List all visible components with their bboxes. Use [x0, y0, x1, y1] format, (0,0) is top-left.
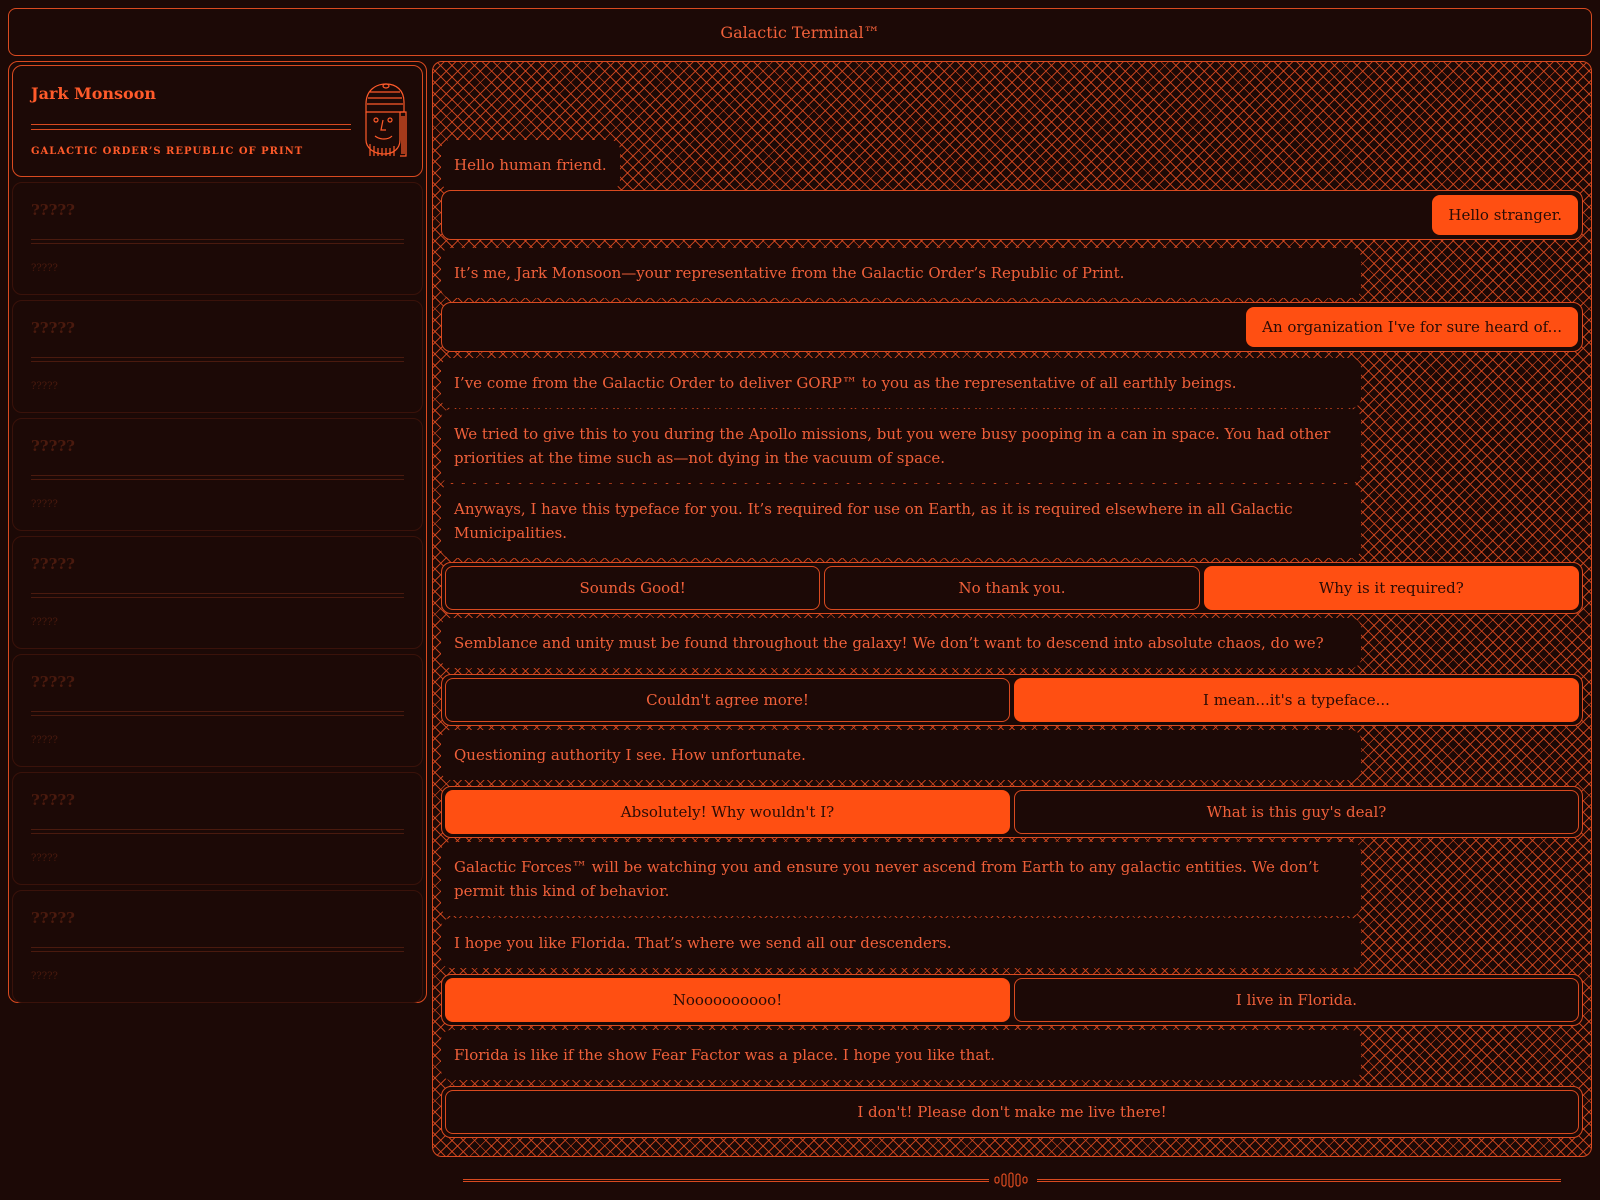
contact-divider — [31, 243, 404, 244]
contact-divider — [31, 829, 404, 830]
choice-live-in-florida-button[interactable]: I live in Florida. — [1014, 978, 1579, 1022]
contact-card[interactable]: ?????????? — [12, 300, 423, 413]
contact-divider — [31, 833, 404, 834]
sent-message: Hello stranger. — [1432, 195, 1578, 235]
sidebar: Jark Monsoon GALACTIC ORDER’S REPUBLIC O… — [8, 61, 427, 1003]
contact-divider — [31, 361, 404, 362]
contact-name: ????? — [31, 555, 75, 573]
reply-row: Hello stranger. — [441, 190, 1583, 240]
contact-name: ????? — [31, 437, 75, 455]
contact-subtitle: ????? — [31, 735, 58, 746]
choice-dont-make-me-button[interactable]: I don't! Please don't make me live there… — [445, 1090, 1579, 1134]
contact-divider — [31, 479, 404, 480]
choice-absolutely-button[interactable]: Absolutely! Why wouldn't I? — [445, 790, 1010, 834]
choice-group: Absolutely! Why wouldn't I? What is this… — [441, 786, 1583, 838]
choice-group: Couldn't agree more! I mean...it's a typ… — [441, 674, 1583, 726]
contact-card[interactable]: ?????????? — [12, 182, 423, 295]
incoming-message: We tried to give this to you during the … — [441, 409, 1361, 483]
contact-name: ????? — [31, 319, 75, 337]
profile-divider — [31, 129, 351, 130]
window-title-bar: Galactic Terminal™ — [8, 8, 1592, 56]
contact-divider — [31, 475, 404, 476]
contact-subtitle: ????? — [31, 971, 58, 982]
sent-message: An organization I've for sure heard of..… — [1246, 307, 1578, 347]
contact-divider — [31, 597, 404, 598]
contact-card[interactable]: ?????????? — [12, 772, 423, 885]
choice-group: Sounds Good! No thank you. Why is it req… — [441, 562, 1583, 614]
incoming-message: Hello human friend. — [441, 140, 620, 190]
choice-sounds-good-button[interactable]: Sounds Good! — [445, 566, 821, 610]
incoming-message: It’s me, Jark Monsoon—your representativ… — [441, 248, 1361, 298]
choice-agree-button[interactable]: Couldn't agree more! — [445, 678, 1010, 722]
choice-group: Noooooooooo! I live in Florida. — [441, 974, 1583, 1026]
scroll-grip-icon[interactable] — [993, 1172, 1033, 1188]
contact-divider — [31, 951, 404, 952]
window-title: Galactic Terminal™ — [720, 22, 880, 42]
contact-divider — [31, 715, 404, 716]
contact-name: ????? — [31, 201, 75, 219]
profile-divider — [31, 124, 351, 125]
contact-divider — [31, 239, 404, 240]
choice-why-required-button[interactable]: Why is it required? — [1203, 566, 1579, 610]
incoming-message: Anyways, I have this typeface for you. I… — [441, 484, 1361, 558]
profile-org: GALACTIC ORDER’S REPUBLIC OF PRINT — [31, 146, 304, 157]
incoming-message: Florida is like if the show Fear Factor … — [441, 1030, 1361, 1080]
scrollbar-track — [463, 1179, 989, 1182]
contact-subtitle: ????? — [31, 853, 58, 864]
avatar-icon — [365, 83, 407, 157]
scrollbar-track — [1037, 1179, 1561, 1182]
choice-guys-deal-button[interactable]: What is this guy's deal? — [1014, 790, 1579, 834]
contact-card[interactable]: ?????????? — [12, 890, 423, 1003]
contact-card[interactable]: ?????????? — [12, 654, 423, 767]
contact-divider — [31, 357, 404, 358]
choice-no-button[interactable]: Noooooooooo! — [445, 978, 1010, 1022]
contact-name: ????? — [31, 673, 75, 691]
profile-card[interactable]: Jark Monsoon GALACTIC ORDER’S REPUBLIC O… — [12, 65, 423, 177]
contact-divider — [31, 593, 404, 594]
chat-panel: Hello human friend. Hello stranger. It’s… — [432, 61, 1592, 1157]
contact-subtitle: ????? — [31, 499, 58, 510]
reply-row: An organization I've for sure heard of..… — [441, 302, 1583, 352]
horizontal-scrollbar[interactable] — [463, 1172, 1561, 1188]
profile-name: Jark Monsoon — [31, 84, 157, 103]
contact-card[interactable]: ?????????? — [12, 418, 423, 531]
contact-list: ????????????????????????????????????????… — [12, 182, 423, 1003]
incoming-message: Semblance and unity must be found throug… — [441, 618, 1361, 668]
contact-subtitle: ????? — [31, 617, 58, 628]
contact-card[interactable]: ?????????? — [12, 536, 423, 649]
incoming-message: I’ve come from the Galactic Order to del… — [441, 358, 1361, 408]
incoming-message: I hope you like Florida. That’s where we… — [441, 918, 1361, 968]
choice-no-thank-you-button[interactable]: No thank you. — [824, 566, 1200, 610]
contact-subtitle: ????? — [31, 381, 58, 392]
contact-divider — [31, 947, 404, 948]
contact-name: ????? — [31, 909, 75, 927]
contact-divider — [31, 711, 404, 712]
choice-typeface-button[interactable]: I mean...it's a typeface... — [1014, 678, 1579, 722]
contact-name: ????? — [31, 791, 75, 809]
contact-subtitle: ????? — [31, 263, 58, 274]
incoming-message: Questioning authority I see. How unfortu… — [441, 730, 1361, 780]
incoming-message: Galactic Forces™ will be watching you an… — [441, 842, 1361, 916]
choice-group: I don't! Please don't make me live there… — [441, 1086, 1583, 1138]
